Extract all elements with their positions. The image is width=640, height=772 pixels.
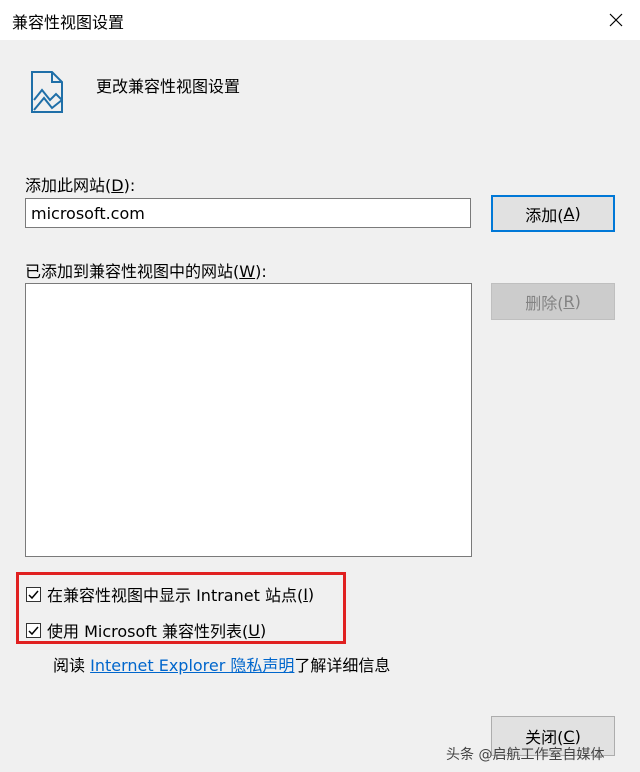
ms-list-checkbox[interactable]	[26, 622, 41, 638]
add-button[interactable]: 添加(A)	[491, 195, 615, 232]
ms-list-label: 使用 Microsoft 兼容性列表(	[47, 622, 249, 641]
add-site-label: 添加此网站(D):	[25, 176, 136, 195]
checkmark-icon	[28, 590, 39, 599]
window-title: 兼容性视图设置	[12, 13, 125, 32]
close-icon[interactable]	[598, 2, 634, 38]
checkmark-icon	[28, 626, 39, 635]
intranet-label: 在兼容性视图中显示 Intranet 站点(	[47, 586, 304, 605]
privacy-info: 阅读 Internet Explorer 隐私声明了解详细信息	[53, 656, 391, 675]
site-list-accesskey: W	[239, 262, 256, 281]
title-bar: 兼容性视图设置	[0, 0, 640, 40]
option-intranet[interactable]: 在兼容性视图中显示 Intranet 站点(I)	[26, 582, 314, 606]
picture-icon	[30, 70, 64, 114]
intranet-checkbox[interactable]	[26, 586, 41, 602]
site-list[interactable]	[25, 283, 472, 557]
remove-button: 删除(R)	[491, 283, 615, 320]
dialog-heading: 更改兼容性视图设置	[96, 77, 241, 96]
option-ms-list[interactable]: 使用 Microsoft 兼容性列表(U)	[26, 618, 266, 642]
site-list-label: 已添加到兼容性视图中的网站(W):	[25, 262, 267, 281]
privacy-link[interactable]: Internet Explorer 隐私声明	[90, 656, 294, 675]
add-site-input[interactable]	[25, 198, 471, 228]
watermark: 头条 @启航工作室自媒体	[446, 747, 605, 763]
add-site-accesskey: D	[111, 176, 124, 195]
